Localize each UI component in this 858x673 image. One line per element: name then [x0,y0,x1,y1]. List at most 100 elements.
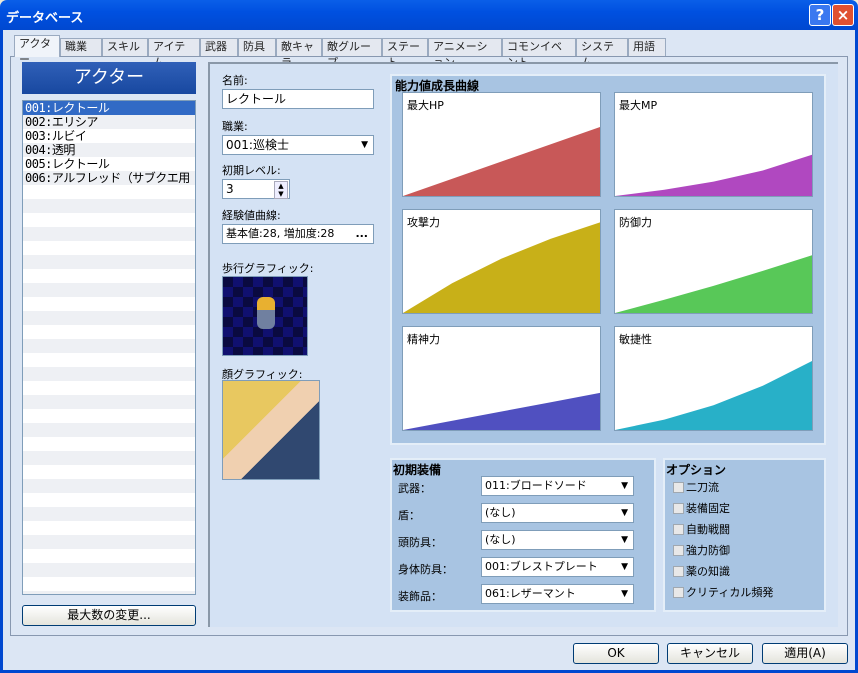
growth-chart-label: 攻撃力 [407,216,440,229]
tab-3[interactable]: アイテム [148,38,200,69]
actor-list-item[interactable]: 002:エリシア [23,115,195,129]
growth-chart-label: 敏捷性 [619,333,652,346]
exp-curve-label: 経験値曲線: [222,209,281,222]
tab-11[interactable]: システム [576,38,628,69]
option-checkbox[interactable]: 二刀流 [673,479,719,495]
checkbox-icon[interactable] [673,586,684,598]
ok-button[interactable]: OK [573,643,659,664]
class-label: 職業: [222,120,248,133]
tab-9[interactable]: アニメーション [428,38,502,69]
actor-list-item[interactable]: 005:レクトール [23,157,195,171]
exp-curve-edit-button[interactable]: ... [355,225,368,243]
option-label: 強力防御 [686,544,730,557]
growth-chart[interactable]: 最大MP [614,92,813,197]
growth-chart[interactable]: 防御力 [614,209,813,314]
growth-curve-area [615,255,812,313]
equipment-label: 身体防具： [398,563,453,576]
tab-10[interactable]: コモンイベント [502,38,576,69]
actor-list-item[interactable]: 006:アルフレッド（サブクエ用 [23,171,195,185]
option-checkbox[interactable]: クリティカル頻発 [673,584,773,600]
tab-12[interactable]: 用語 [628,38,666,56]
name-input[interactable]: レクトール [222,89,374,109]
option-checkbox[interactable]: 装備固定 [673,500,730,516]
option-label: クリティカル頻発 [686,586,774,599]
tab-0[interactable]: アクター [14,35,60,66]
growth-chart[interactable]: 精神力 [402,326,601,431]
walk-graphic[interactable] [222,276,308,356]
checkbox-icon[interactable] [673,481,684,493]
exp-curve-value: 基本値:28, 増加度:28 [226,227,335,240]
equipment-select[interactable]: 011:ブロードソード ▼ [481,476,634,496]
actor-list-item[interactable]: 001:レクトール [23,101,195,115]
growth-chart-label: 精神力 [407,333,440,346]
level-stepper[interactable]: 3 ▲ ▼ [222,179,290,199]
equipment-label: 盾： [398,509,420,522]
equipment-select[interactable]: 001:ブレストプレート ▼ [481,557,634,577]
checkbox-icon[interactable] [673,565,684,577]
equipment-select[interactable]: (なし) ▼ [481,503,634,523]
tab-8[interactable]: ステート [382,38,428,69]
option-label: 薬の知識 [686,565,730,578]
option-checkbox[interactable]: 自動戦闘 [673,521,730,537]
help-button[interactable]: ? [809,4,831,26]
class-select[interactable]: 001:巡検士 ▼ [222,135,374,155]
growth-curve-area [403,127,600,196]
growth-chart[interactable]: 敏捷性 [614,326,813,431]
chevron-down-icon: ▼ [621,562,628,572]
actor-list-item[interactable]: 003:ルビイ [23,129,195,143]
cancel-button[interactable]: キャンセル [667,643,753,664]
change-max-button[interactable]: 最大数の変更... [22,605,196,626]
exp-curve-input[interactable]: 基本値:28, 増加度:28... [222,224,374,244]
growth-chart[interactable]: 最大HP [402,92,601,197]
option-checkbox[interactable]: 強力防御 [673,542,730,558]
chevron-down-icon: ▼ [621,481,628,491]
growth-chart-label: 防御力 [619,216,652,229]
options-title: オプション [666,463,727,477]
equipment-label: 頭防具： [398,536,442,549]
level-value: 3 [226,182,234,196]
checkbox-icon[interactable] [673,502,684,514]
growth-curve-area [615,361,812,430]
class-value: 001:巡検士 [226,138,289,152]
equipment-select[interactable]: (なし) ▼ [481,530,634,550]
growth-curve-area [615,154,812,196]
chevron-down-icon: ▼ [621,589,628,599]
equipment-value: 001:ブレストプレート [485,560,598,573]
face-graphic[interactable] [222,380,320,480]
growth-chart-label: 最大MP [619,99,658,112]
level-label: 初期レベル: [222,164,281,177]
option-checkbox[interactable]: 薬の知識 [673,563,730,579]
tab-1[interactable]: 職業 [60,38,102,56]
option-label: 自動戦闘 [686,523,730,536]
window-title: データベース [6,11,84,26]
equipment-label: 装飾品： [398,590,442,603]
chevron-down-icon: ▼ [621,508,628,518]
option-label: 装備固定 [686,502,730,515]
actor-list[interactable]: 001:レクトール 002:エリシア 003:ルビイ 004:透明 005:レクトール 0… [22,100,196,595]
equipment-select[interactable]: 061:レザーマント ▼ [481,584,634,604]
tab-2[interactable]: スキル [102,38,148,56]
chevron-down-icon: ▼ [621,535,628,545]
growth-chart-label: 最大HP [407,99,444,112]
name-label: 名前: [222,74,248,87]
actor-list-header: アクター [22,62,196,94]
tab-7[interactable]: 敵グループ [322,38,382,69]
tab-6[interactable]: 敵キャラ [276,38,322,69]
growth-chart[interactable]: 攻撃力 [402,209,601,314]
checkbox-icon[interactable] [673,544,684,556]
chevron-down-icon: ▼ [361,140,368,150]
close-button[interactable]: × [832,4,854,26]
walk-graphic-label: 歩行グラフィック: [222,262,314,275]
equipment-value: (なし) [485,506,516,519]
option-label: 二刀流 [686,481,719,494]
actor-list-item[interactable]: 004:透明 [23,143,195,157]
initial-equipment-title: 初期装備 [393,463,442,477]
stepper-arrows-icon[interactable]: ▲ ▼ [274,181,288,199]
title-bar [0,0,858,30]
apply-button[interactable]: 適用(A) [762,643,848,664]
tab-5[interactable]: 防具 [238,38,276,56]
tab-4[interactable]: 武器 [200,38,238,56]
growth-curve-area [403,392,600,430]
checkbox-icon[interactable] [673,523,684,535]
equipment-value: 011:ブロードソード [485,479,587,492]
